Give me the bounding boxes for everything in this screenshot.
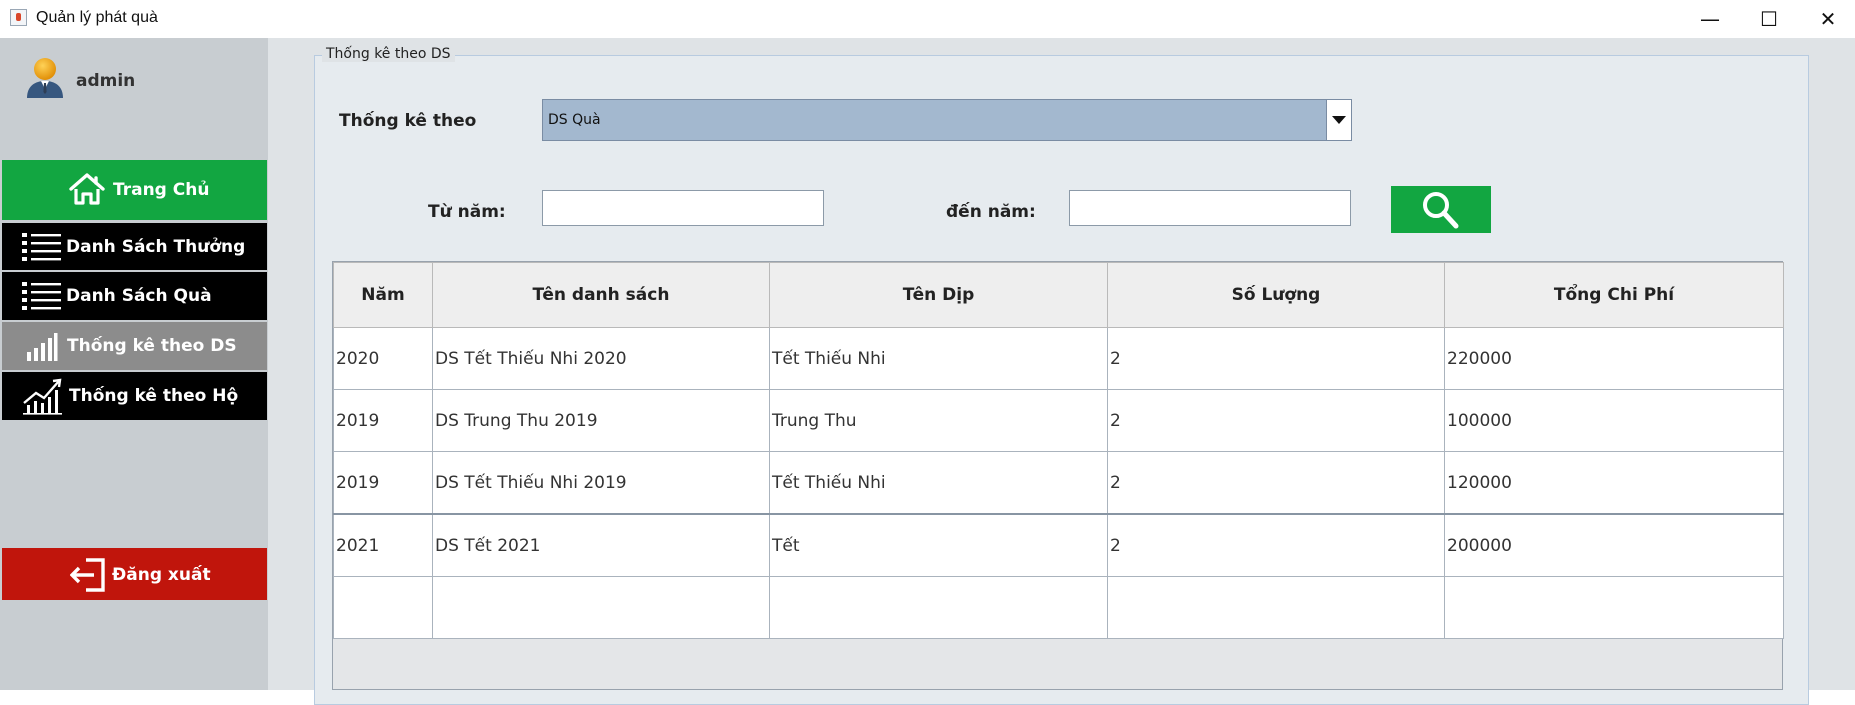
sidebar-item-home[interactable]: Trang Chủ xyxy=(2,160,267,220)
cell-occasion[interactable] xyxy=(769,576,1108,639)
sidebar-item-thong-ke-ds[interactable]: Thống kê theo DS xyxy=(2,322,267,370)
close-button[interactable]: ✕ xyxy=(1801,0,1855,38)
search-button[interactable] xyxy=(1391,186,1491,233)
sidebar-item-label: Thống kê theo Hộ xyxy=(69,386,239,406)
table-row[interactable]: 2019 DS Tết Thiếu Nhi 2019 Tết Thiếu Nhi… xyxy=(333,451,1784,515)
cell-year[interactable]: 2021 xyxy=(333,513,433,577)
table-header-row: Năm Tên danh sách Tên Dịp Số Lượng Tổng … xyxy=(333,262,1784,328)
cell-quantity[interactable]: 2 xyxy=(1107,389,1445,452)
cell-year[interactable]: 2020 xyxy=(333,327,433,390)
sidebar-item-danh-sach-qua[interactable]: Danh Sách Quà xyxy=(2,272,267,320)
column-header-ten-dip[interactable]: Tên Dịp xyxy=(769,262,1108,328)
chevron-down-icon[interactable] xyxy=(1326,100,1351,140)
stat-by-label: Thống kê theo xyxy=(339,111,477,131)
cell-occasion[interactable]: Trung Thu xyxy=(769,389,1108,452)
from-year-input[interactable] xyxy=(542,190,824,226)
sidebar-item-label: Danh Sách Thưởng xyxy=(66,237,246,257)
cell-occasion[interactable]: Tết xyxy=(769,513,1108,577)
logout-icon xyxy=(69,558,110,597)
cell-total-cost[interactable]: 220000 xyxy=(1444,327,1784,390)
column-header-so-luong[interactable]: Số Lượng xyxy=(1107,262,1445,328)
maximize-button[interactable]: ☐ xyxy=(1742,0,1796,38)
user-avatar-icon xyxy=(25,56,65,100)
from-year-label: Từ năm: xyxy=(428,202,506,222)
sidebar-item-label: Danh Sách Quà xyxy=(66,286,212,306)
sidebar-item-thong-ke-ho[interactable]: Thống kê theo Hộ xyxy=(2,372,267,420)
list-icon xyxy=(22,280,62,317)
to-year-input[interactable] xyxy=(1069,190,1351,226)
sidebar-item-label: Thống kê theo DS xyxy=(67,336,237,356)
cell-total-cost[interactable] xyxy=(1444,576,1784,639)
statistics-table: Năm Tên danh sách Tên Dịp Số Lượng Tổng … xyxy=(332,261,1784,690)
search-icon xyxy=(1420,189,1462,235)
table-row[interactable]: 2021 DS Tết 2021 Tết 2 200000 xyxy=(333,513,1784,577)
column-header-tong-chi-phi[interactable]: Tổng Chi Phí xyxy=(1444,262,1784,328)
home-icon xyxy=(68,172,106,211)
table-row[interactable] xyxy=(333,576,1784,639)
title-bar: Quản lý phát quà — ☐ ✕ xyxy=(0,0,1855,39)
growth-chart-icon xyxy=(22,377,64,420)
cell-occasion[interactable]: Tết Thiếu Nhi xyxy=(769,451,1108,515)
column-header-ten-danh-sach[interactable]: Tên danh sách xyxy=(432,262,770,328)
table-row[interactable]: 2019 DS Trung Thu 2019 Trung Thu 2 10000… xyxy=(333,389,1784,452)
window-title: Quản lý phát quà xyxy=(36,9,158,26)
cell-total-cost[interactable]: 120000 xyxy=(1444,451,1784,515)
group-title: Thống kê theo DS xyxy=(322,46,455,62)
java-app-icon xyxy=(10,9,27,26)
cell-total-cost[interactable]: 100000 xyxy=(1444,389,1784,452)
cell-occasion[interactable]: Tết Thiếu Nhi xyxy=(769,327,1108,390)
to-year-label: đến năm: xyxy=(946,202,1036,222)
main-panel: Thống kê theo DS Thống kê theo DS Quà Từ… xyxy=(268,38,1855,705)
minimize-button[interactable]: — xyxy=(1683,0,1737,38)
cell-list-name[interactable]: DS Tết Thiếu Nhi 2019 xyxy=(432,451,770,515)
cell-list-name[interactable]: DS Trung Thu 2019 xyxy=(432,389,770,452)
column-header-nam[interactable]: Năm xyxy=(333,262,433,328)
user-name: admin xyxy=(76,71,136,91)
cell-year[interactable]: 2019 xyxy=(333,389,433,452)
cell-list-name[interactable]: DS Tết 2021 xyxy=(432,513,770,577)
bar-chart-icon xyxy=(26,332,58,367)
sidebar: admin Trang Chủ Danh Sách Thưởng Danh Sá… xyxy=(0,38,268,690)
stat-type-select[interactable]: DS Quà xyxy=(542,99,1352,141)
sidebar-item-danh-sach-thuong[interactable]: Danh Sách Thưởng xyxy=(2,223,267,270)
cell-list-name[interactable] xyxy=(432,576,770,639)
cell-quantity[interactable] xyxy=(1107,576,1445,639)
cell-year[interactable]: 2019 xyxy=(333,451,433,515)
cell-year[interactable] xyxy=(333,576,433,639)
cell-list-name[interactable]: DS Tết Thiếu Nhi 2020 xyxy=(432,327,770,390)
stat-type-value: DS Quà xyxy=(548,112,601,128)
sidebar-item-label: Trang Chủ xyxy=(113,180,210,200)
cell-quantity[interactable]: 2 xyxy=(1107,513,1445,577)
cell-quantity[interactable]: 2 xyxy=(1107,451,1445,515)
cell-total-cost[interactable]: 200000 xyxy=(1444,513,1784,577)
logout-button[interactable]: Đăng xuất xyxy=(2,548,267,600)
list-icon xyxy=(22,231,62,268)
logout-label: Đăng xuất xyxy=(112,565,211,585)
table-row[interactable]: 2020 DS Tết Thiếu Nhi 2020 Tết Thiếu Nhi… xyxy=(333,327,1784,390)
cell-quantity[interactable]: 2 xyxy=(1107,327,1445,390)
